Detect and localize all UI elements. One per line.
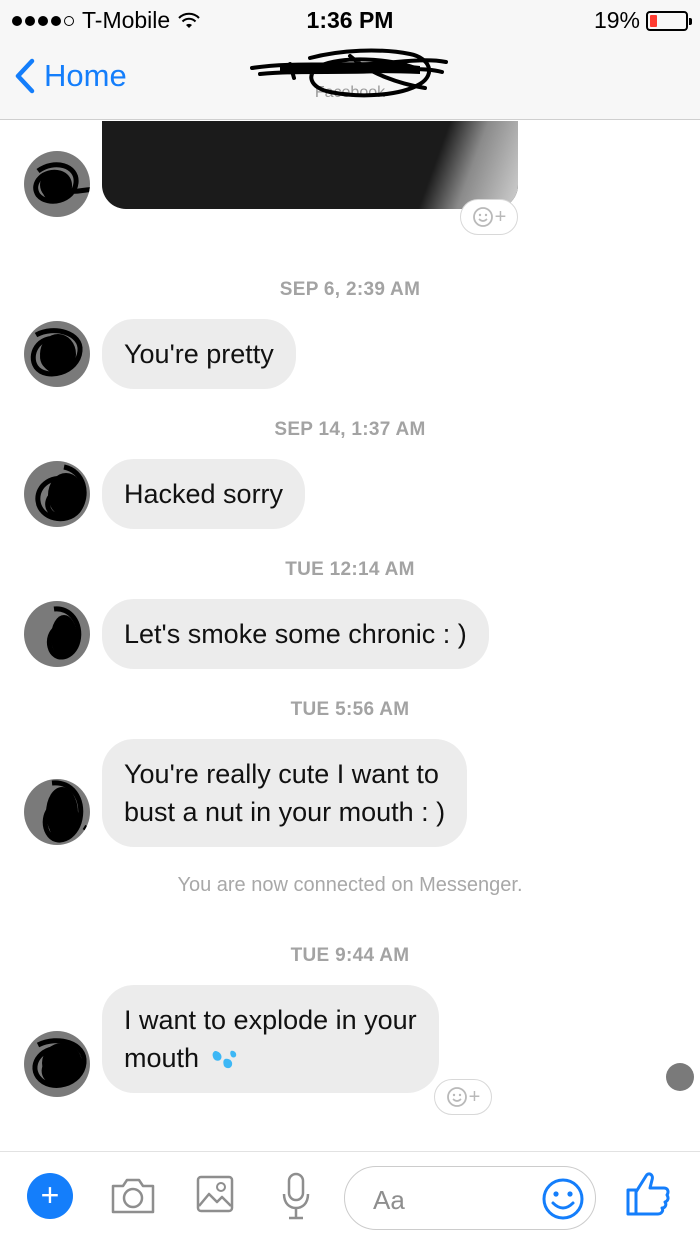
message-text: Let's smoke some chronic : ) [124, 619, 467, 649]
sweat-droplets-icon [212, 1050, 236, 1069]
message-input-placeholder: Aa [373, 1185, 405, 1215]
battery-group: 19% [593, 7, 692, 34]
battery-percent: 19% [593, 7, 640, 33]
timestamp: TUE 9:44 AM [290, 945, 410, 966]
redaction-scribble [30, 328, 83, 377]
add-reaction-button[interactable]: + [434, 1079, 492, 1115]
redaction-scribble [42, 780, 90, 843]
message-bubble[interactable]: Hacked sorry [102, 459, 306, 529]
image-message[interactable] [102, 121, 518, 209]
message-text-line: mouth [124, 1043, 200, 1073]
image-content [398, 121, 518, 209]
avatar[interactable] [24, 321, 90, 387]
message-text-line: You're really cute I want to [124, 759, 439, 789]
system-notice: You are now connected on Messenger. [177, 874, 523, 896]
redaction-scribble [32, 1038, 87, 1088]
message-text-line: bust a nut in your mouth : ) [124, 797, 446, 827]
gallery-icon[interactable] [195, 1174, 235, 1214]
microphone-icon[interactable] [281, 1172, 311, 1220]
avatar[interactable] [24, 461, 90, 527]
redaction-scribble [250, 48, 448, 98]
avatar[interactable] [24, 779, 90, 845]
message-thread[interactable]: + SEP 6, 2:39 AM You're pretty SEP 14, 1… [0, 121, 700, 1151]
camera-icon[interactable] [109, 1176, 157, 1216]
composer-bar: + Aa [0, 1151, 700, 1244]
avatar[interactable] [24, 151, 90, 217]
avatar[interactable] [24, 1031, 90, 1097]
thumbs-up-icon[interactable] [624, 1170, 670, 1218]
conversation-title[interactable]: Facebook [250, 44, 450, 112]
plus-icon: + [494, 205, 507, 228]
timestamp: TUE 12:14 AM [285, 559, 415, 580]
message-bubble[interactable]: You're really cute I want to bust a nut … [102, 739, 468, 847]
read-receipt-avatar [666, 1063, 694, 1091]
message-bubble[interactable]: You're pretty [102, 319, 296, 389]
message-bubble[interactable]: Let's smoke some chronic : ) [102, 599, 489, 669]
message-text-line-with-emoji: mouth [124, 1039, 417, 1077]
plus-icon: + [40, 1177, 60, 1213]
battery-icon [646, 10, 692, 31]
back-label: Home [44, 58, 127, 93]
timestamp: SEP 14, 1:37 AM [274, 419, 426, 440]
plus-icon: + [468, 1085, 481, 1108]
navigation-bar: Home Facebook [0, 40, 700, 120]
battery-level-fill [650, 14, 658, 27]
avatar[interactable] [24, 601, 90, 667]
message-text-line: I want to explode in your [124, 1005, 417, 1035]
status-bar: T-Mobile 1:36 PM 19% [0, 0, 700, 40]
message-input[interactable]: Aa [344, 1166, 596, 1230]
add-reaction-button[interactable]: + [460, 199, 518, 235]
chevron-left-icon [15, 58, 35, 94]
emoji-icon[interactable] [541, 1177, 585, 1221]
emoji-icon [446, 1087, 467, 1107]
message-text: Hacked sorry [124, 479, 284, 509]
message-text: You're pretty [124, 339, 274, 369]
more-actions-button[interactable]: + [27, 1173, 73, 1219]
emoji-icon [472, 207, 493, 227]
message-bubble[interactable]: I want to explode in your mouth [102, 985, 439, 1093]
timestamp: TUE 5:56 AM [290, 699, 410, 720]
redaction-scribble [35, 464, 87, 522]
redaction-scribble [33, 162, 90, 204]
back-button[interactable]: Home [14, 58, 127, 94]
timestamp: SEP 6, 2:39 AM [279, 279, 421, 300]
redaction-scribble [46, 606, 82, 660]
